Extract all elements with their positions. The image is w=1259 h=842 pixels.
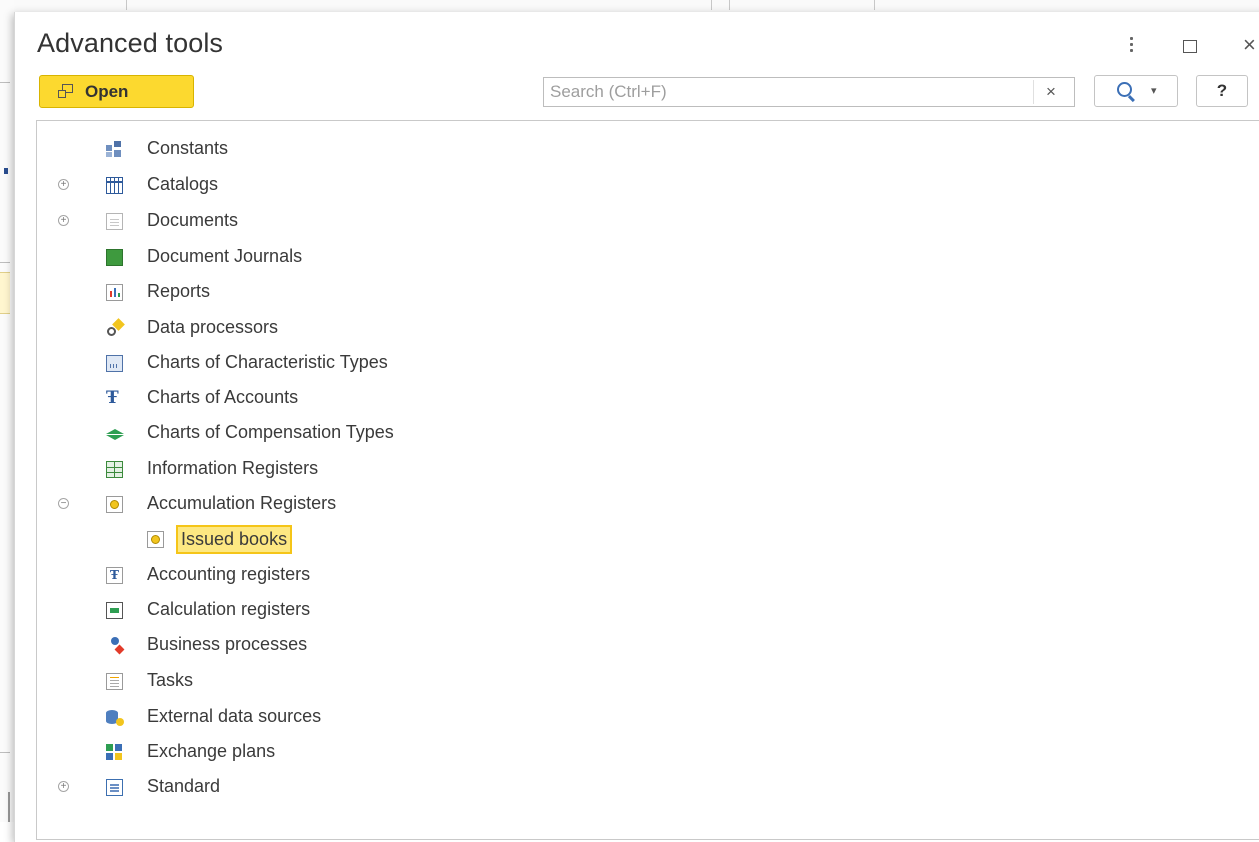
tree-item[interactable]: Data processors xyxy=(37,314,1259,342)
tree-item-label: Catalogs xyxy=(147,174,219,194)
tree-item-label: Charts of Characteristic Types xyxy=(147,352,388,372)
more-vertical-icon[interactable] xyxy=(1125,34,1137,56)
search-icon xyxy=(1117,82,1132,97)
standard-icon xyxy=(106,779,123,796)
tree-item-label: Data processors xyxy=(147,317,279,337)
tree-item-label: External data sources xyxy=(147,706,322,726)
tree-item-label: Constants xyxy=(147,138,229,158)
tree-item-label: Issued books xyxy=(176,525,293,554)
background-divider xyxy=(0,82,10,83)
background-window-edge xyxy=(0,0,14,822)
tree-item[interactable]: Tasks xyxy=(37,667,1259,695)
information-registers-icon xyxy=(106,461,123,478)
background-divider xyxy=(126,0,127,10)
background-divider xyxy=(8,792,10,822)
tree-item[interactable]: Document Journals xyxy=(37,243,1259,271)
tree-item[interactable]: Ŧ Accounting registers xyxy=(37,561,1259,589)
tasks-icon xyxy=(106,673,123,690)
accumulation-registers-icon xyxy=(106,496,123,513)
tree-item[interactable]: Charts of Characteristic Types xyxy=(37,349,1259,377)
reports-icon xyxy=(106,284,123,301)
exchange-plans-icon xyxy=(106,744,123,761)
constants-icon xyxy=(106,141,123,158)
advanced-tools-dialog: Advanced tools × Open × ▾ ? Constants + Ca… xyxy=(14,12,1259,842)
tree-item-label: Information Registers xyxy=(147,458,319,478)
tree-item-label: Accumulation Registers xyxy=(147,493,337,513)
tree-item-label: Charts of Compensation Types xyxy=(147,422,394,442)
data-processors-icon xyxy=(106,320,123,337)
tree-item-label: Reports xyxy=(147,281,211,301)
background-marker xyxy=(4,168,8,174)
chevron-down-icon: ▾ xyxy=(1151,85,1157,97)
open-window-icon xyxy=(58,83,74,100)
expand-icon[interactable]: + xyxy=(58,781,69,792)
maximize-icon[interactable] xyxy=(1183,40,1197,53)
charts-of-accounts-icon: Ŧ xyxy=(106,388,119,408)
tree-item-label: Calculation registers xyxy=(147,599,311,619)
dialog-title: Advanced tools xyxy=(37,28,224,58)
collapse-icon[interactable]: − xyxy=(58,498,69,509)
compensation-types-icon xyxy=(106,425,124,442)
tree-item[interactable]: + Documents xyxy=(37,207,1259,235)
search-button[interactable]: ▾ xyxy=(1094,75,1178,107)
tree-item-selected[interactable]: Issued books xyxy=(37,525,1259,554)
background-divider xyxy=(0,752,10,753)
tree-item[interactable]: Business processes xyxy=(37,631,1259,659)
journals-icon xyxy=(106,249,123,266)
background-highlight xyxy=(0,272,10,314)
tree-item-label: Standard xyxy=(147,776,221,796)
tree-item[interactable]: Constants xyxy=(37,135,1259,163)
tree-item-label: Document Journals xyxy=(147,246,303,266)
external-data-sources-icon xyxy=(106,709,124,726)
close-icon[interactable]: × xyxy=(1243,32,1256,58)
accounting-registers-icon: Ŧ xyxy=(106,567,123,584)
tree-item-label: Business processes xyxy=(147,634,308,654)
clear-search-icon[interactable]: × xyxy=(1033,80,1068,104)
tree-item[interactable]: + Catalogs xyxy=(37,171,1259,199)
tree-item[interactable]: Calculation registers xyxy=(37,596,1259,624)
help-button[interactable]: ? xyxy=(1196,75,1248,107)
tree-item-label: Accounting registers xyxy=(147,564,311,584)
tree-item[interactable]: − Accumulation Registers xyxy=(37,490,1259,518)
expand-icon[interactable]: + xyxy=(58,179,69,190)
tree-item-label: Exchange plans xyxy=(147,741,276,761)
search-input[interactable] xyxy=(543,77,1075,107)
expand-icon[interactable]: + xyxy=(58,215,69,226)
tree-item[interactable]: Charts of Compensation Types xyxy=(37,419,1259,447)
business-processes-icon xyxy=(106,637,123,654)
calculation-registers-icon xyxy=(106,602,123,619)
tree-item-label: Documents xyxy=(147,210,239,230)
background-divider xyxy=(729,0,730,10)
metadata-tree: Constants + Catalogs + Documents Document Jou… xyxy=(36,120,1259,840)
characteristic-types-icon xyxy=(106,355,123,372)
catalogs-icon xyxy=(106,177,123,194)
tree-item[interactable]: External data sources xyxy=(37,703,1259,731)
tree-item[interactable]: Ŧ Charts of Accounts xyxy=(37,384,1259,412)
background-divider xyxy=(0,262,10,263)
tree-item[interactable]: Reports xyxy=(37,278,1259,306)
tree-item-label: Charts of Accounts xyxy=(147,387,299,407)
open-button[interactable]: Open xyxy=(39,75,194,108)
accumulation-register-icon xyxy=(147,531,164,548)
tree-item[interactable]: Exchange plans xyxy=(37,738,1259,766)
tree-item[interactable]: Information Registers xyxy=(37,455,1259,483)
tree-item-label: Tasks xyxy=(147,670,194,690)
documents-icon xyxy=(106,213,123,230)
open-button-label: Open xyxy=(85,81,129,101)
background-divider xyxy=(874,0,875,10)
background-divider xyxy=(711,0,712,10)
tree-item[interactable]: + Standard xyxy=(37,773,1259,801)
